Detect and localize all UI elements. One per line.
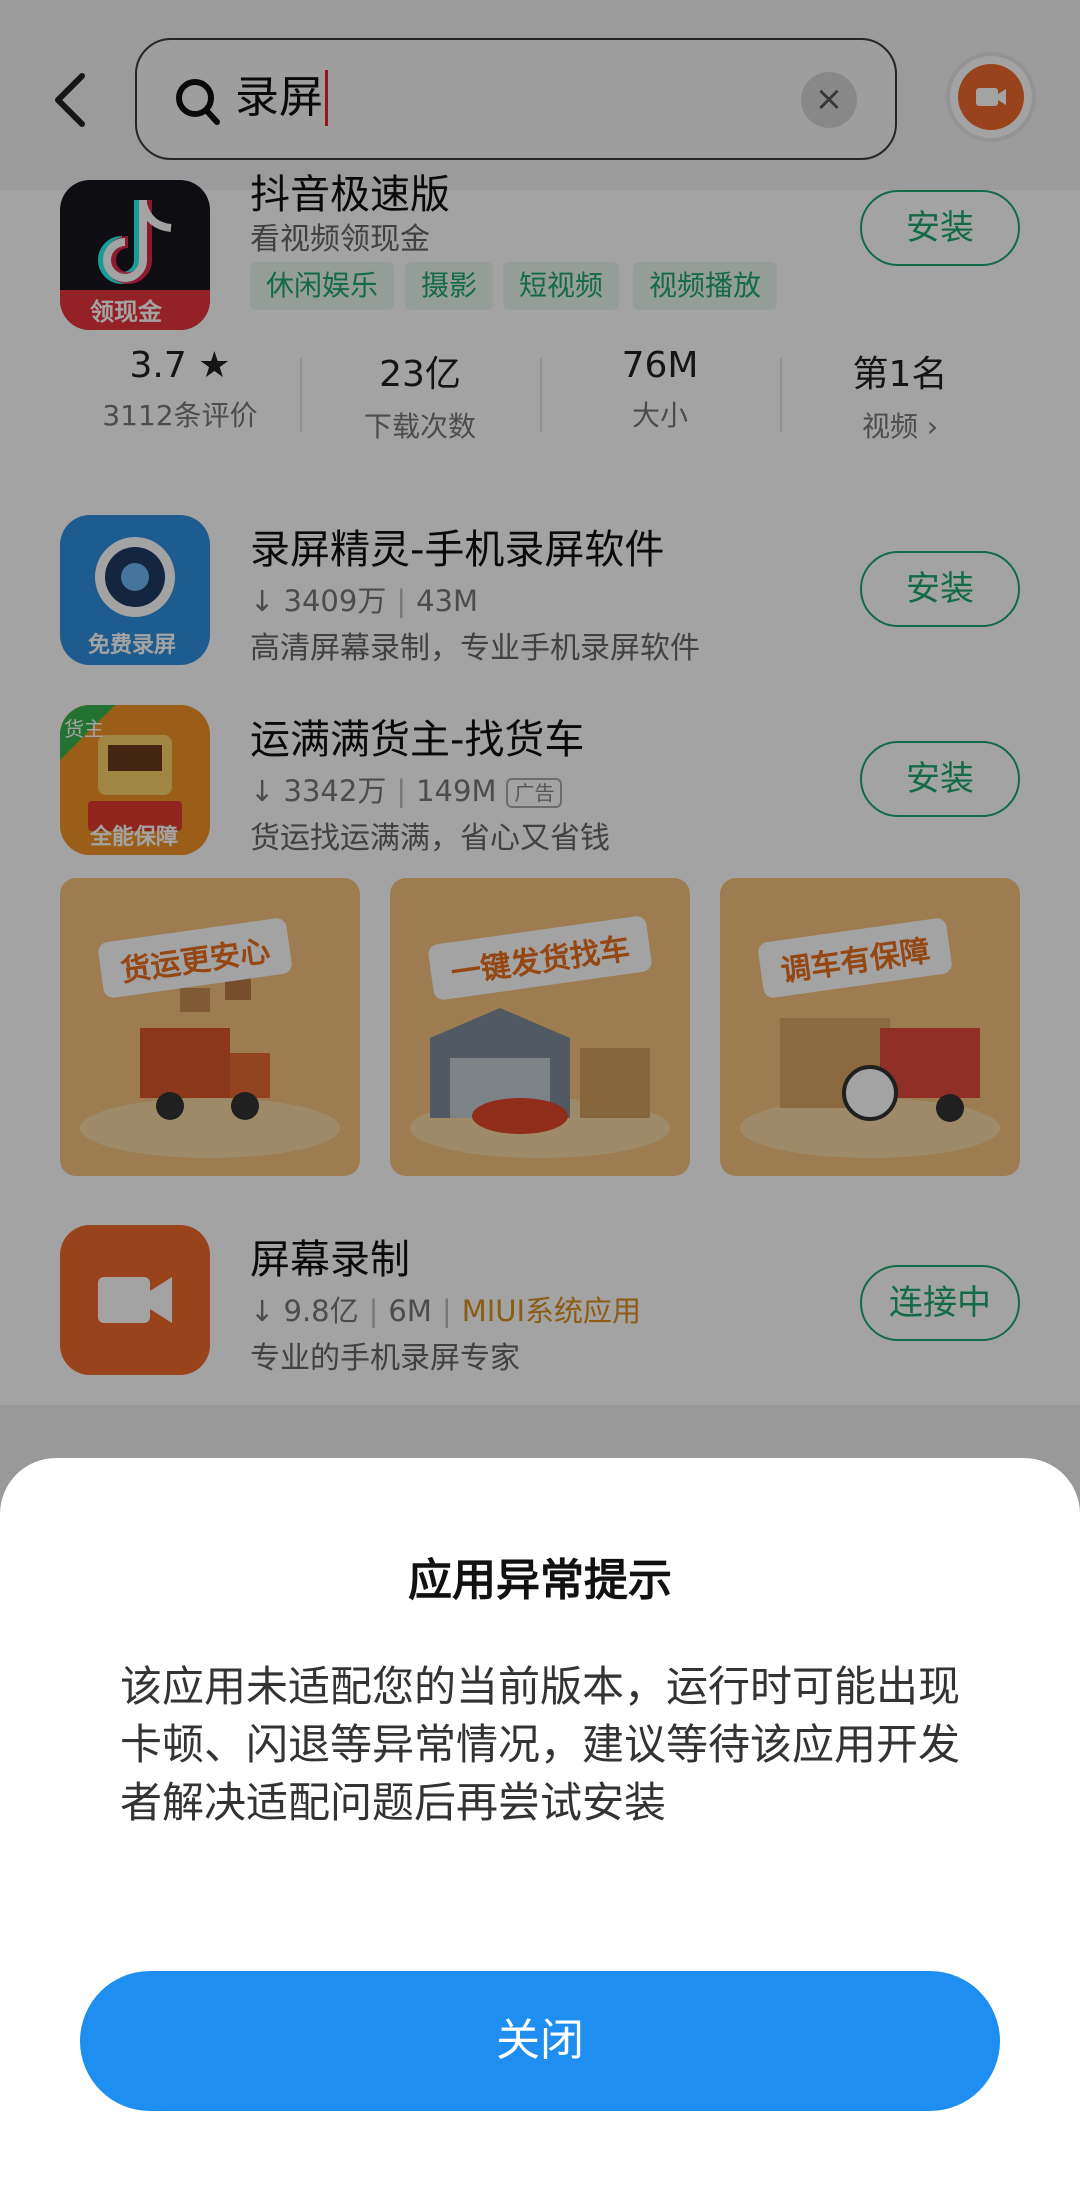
close-button[interactable]: 关闭 (80, 1971, 1000, 2111)
dialog-message: 该应用未适配您的当前版本，运行时可能出现卡顿、闪退等异常情况，建议等待该应用开发… (120, 1662, 961, 1827)
dialog-title: 应用异常提示 (408, 1555, 672, 1606)
app-warning-dialog: 应用异常提示 该应用未适配您的当前版本，运行时可能出现卡顿、闪退等异常情况，建议… (0, 1458, 1080, 2197)
